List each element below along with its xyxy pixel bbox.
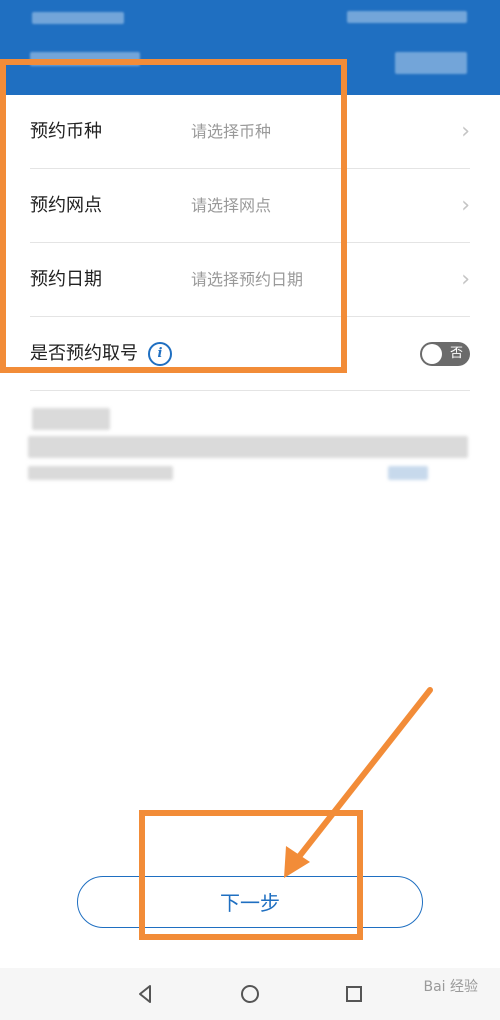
arrow-line [295, 687, 433, 861]
blurred-header-text [347, 11, 467, 23]
header-bar [0, 0, 500, 95]
blurred-header-text [30, 52, 140, 66]
info-icon[interactable]: i [148, 342, 172, 366]
queue-number-label: 是否预约取号 i [30, 317, 172, 390]
date-row[interactable]: 预约日期 请选择预约日期 › [30, 243, 470, 317]
chevron-right-icon: › [461, 193, 470, 218]
queue-number-text: 是否预约取号 [30, 343, 138, 364]
branch-select[interactable]: 请选择网点 [191, 169, 271, 242]
blurred-header-text [395, 52, 467, 74]
toggle-knob [422, 344, 442, 364]
chevron-right-icon: › [461, 267, 470, 292]
currency-row[interactable]: 预约币种 请选择币种 › [30, 95, 470, 169]
currency-label: 预约币种 [30, 121, 102, 142]
recents-square-icon[interactable] [342, 982, 366, 1006]
branch-row[interactable]: 预约网点 请选择网点 › [30, 169, 470, 243]
next-step-button[interactable]: 下一步 [77, 876, 423, 928]
date-select[interactable]: 请选择预约日期 [191, 243, 303, 316]
home-circle-icon[interactable] [238, 982, 262, 1006]
toggle-label: 否 [449, 346, 463, 361]
blurred-header-text [32, 12, 124, 24]
date-label: 预约日期 [30, 269, 102, 290]
branch-label: 预约网点 [30, 195, 102, 216]
blurred-notice-text [32, 408, 110, 430]
currency-select[interactable]: 请选择币种 [191, 95, 271, 168]
chevron-right-icon: › [461, 119, 470, 144]
blurred-notice-link [388, 466, 428, 480]
queue-number-row: 是否预约取号 i 否 [30, 317, 470, 391]
watermark: Bai 经验 [423, 979, 478, 995]
reservation-form: 预约币种 请选择币种 › 预约网点 请选择网点 › 预约日期 请选择预约日期 ›… [0, 95, 500, 391]
back-triangle-icon[interactable] [134, 982, 158, 1006]
blurred-notice-text [28, 466, 173, 480]
queue-number-toggle[interactable]: 否 [420, 342, 470, 366]
arrow-head [284, 846, 310, 878]
blurred-notice-text [28, 436, 468, 458]
notice-area [0, 400, 500, 490]
